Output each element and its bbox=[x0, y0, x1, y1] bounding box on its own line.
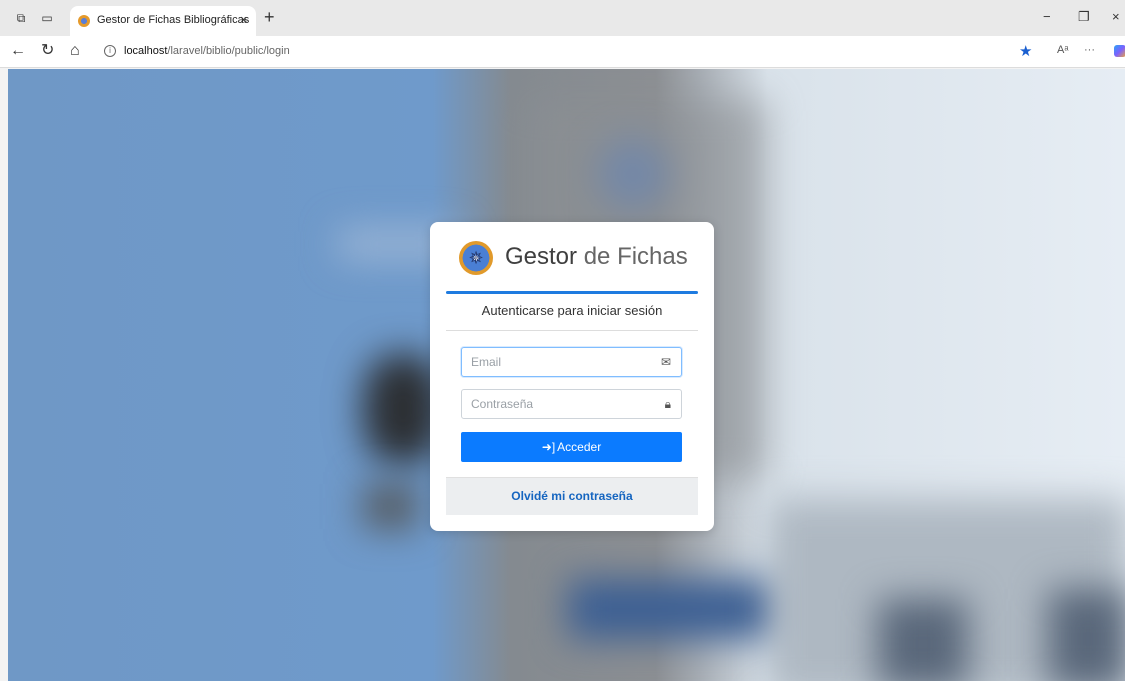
close-window-button[interactable]: × bbox=[1112, 10, 1120, 24]
url-text[interactable]: localhost/laravel/biblio/public/login bbox=[124, 45, 290, 57]
background-blur-shape bbox=[568, 579, 788, 639]
site-info-icon[interactable]: i bbox=[104, 45, 116, 57]
browser-toolbar: ← ↻ ⌂ i localhost/laravel/biblio/public/… bbox=[0, 36, 1125, 68]
browser-tab[interactable]: Gestor de Fichas Bibliográficas × bbox=[70, 6, 256, 36]
lock-icon: 🔒︎ bbox=[664, 397, 671, 411]
refresh-icon[interactable]: ↻ bbox=[41, 42, 54, 60]
more-menu-icon[interactable]: ··· bbox=[1084, 44, 1095, 56]
compass-logo-icon: ✵ bbox=[459, 241, 493, 275]
forgot-password-link[interactable]: Olvidé mi contraseña bbox=[446, 489, 698, 503]
background-blur-shape bbox=[878, 599, 968, 681]
home-icon[interactable]: ⌂ bbox=[70, 42, 80, 60]
brand-title-bold: Gestor bbox=[505, 243, 578, 270]
login-subtitle: Autenticarse para iniciar sesión bbox=[481, 303, 663, 318]
divider bbox=[446, 330, 698, 331]
email-input[interactable] bbox=[462, 348, 652, 376]
login-button-label: Acceder bbox=[557, 440, 602, 454]
brand-title-rest: de Fichas bbox=[577, 243, 688, 270]
browser-titlebar: ⧉ ▭ Gestor de Fichas Bibliográficas × + … bbox=[0, 0, 1125, 36]
url-host: localhost bbox=[124, 45, 168, 57]
read-aloud-icon[interactable]: Aᵃ bbox=[1057, 44, 1068, 56]
close-tab-icon[interactable]: × bbox=[240, 12, 248, 27]
header-accent-line bbox=[446, 291, 698, 294]
card-footer: Olvidé mi contraseña bbox=[446, 477, 698, 515]
background-blur-shape bbox=[363, 484, 418, 529]
favicon-icon bbox=[78, 15, 90, 27]
login-button[interactable]: ➜] Acceder bbox=[461, 432, 682, 462]
favorite-star-icon[interactable]: ★ bbox=[1019, 42, 1032, 60]
workspaces-icon[interactable]: ⧉ bbox=[14, 12, 28, 24]
restore-button[interactable]: ❐ bbox=[1078, 10, 1090, 24]
new-tab-button[interactable]: + bbox=[264, 8, 275, 26]
email-field[interactable]: ✉ bbox=[461, 347, 682, 377]
copilot-icon[interactable] bbox=[1114, 45, 1125, 57]
compass-star-icon: ✵ bbox=[468, 248, 484, 268]
tab-title: Gestor de Fichas Bibliográficas bbox=[97, 14, 250, 26]
url-path: /laravel/biblio/public/login bbox=[167, 45, 290, 57]
background-blur-shape bbox=[1048, 589, 1125, 681]
sign-in-icon: ➜] bbox=[541, 440, 556, 454]
password-input[interactable] bbox=[462, 390, 652, 418]
password-field[interactable]: 🔒︎ bbox=[461, 389, 682, 419]
minimize-button[interactable]: − bbox=[1043, 10, 1051, 24]
envelope-icon: ✉ bbox=[660, 355, 671, 369]
address-bar[interactable]: i localhost/laravel/biblio/public/login bbox=[96, 40, 1046, 64]
tab-actions-icon[interactable]: ▭ bbox=[40, 12, 54, 24]
back-icon[interactable]: ← bbox=[10, 42, 26, 60]
brand-title: Gestor de Fichas bbox=[505, 243, 688, 271]
